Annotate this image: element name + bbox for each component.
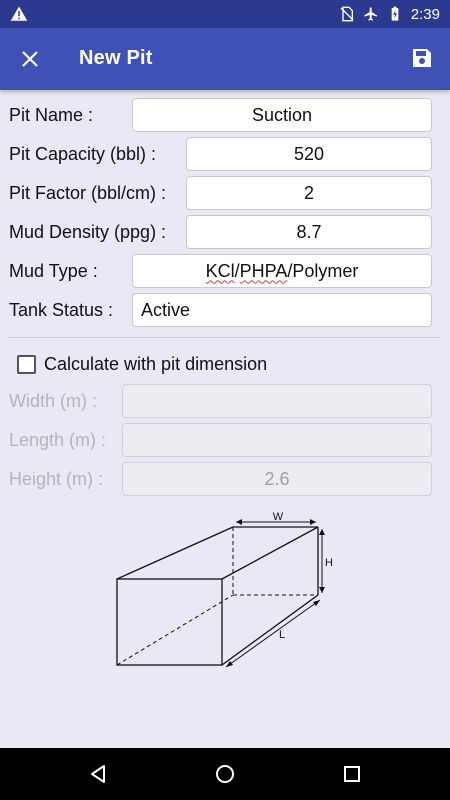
width-row: Width (m) : — [0, 384, 450, 418]
mud-type-part-3: Polymer — [292, 260, 359, 281]
no-sim-icon — [340, 6, 354, 22]
mud-density-row: Mud Density (ppg) : 8.7 — [0, 215, 450, 249]
divider — [8, 337, 440, 338]
width-dimension-label: W — [273, 511, 284, 523]
dimension-checkbox-label: Calculate with pit dimension — [44, 354, 268, 374]
pit-capacity-label: Pit Capacity (bbl) : — [9, 144, 157, 164]
width-label: Width (m) : — [9, 391, 97, 411]
box-bottom-right-edge — [221, 594, 319, 666]
pit-name-label: Pit Name : — [9, 105, 94, 125]
status-bar: 2:39 — [0, 0, 450, 28]
form-content: Pit Name : Suction Pit Capacity (bbl) : … — [0, 90, 450, 748]
navigation-bar — [0, 748, 450, 800]
mud-density-label: Mud Density (ppg) : — [9, 222, 167, 242]
mud-density-input[interactable]: 8.7 — [186, 215, 432, 249]
pit-name-row: Pit Name : Suction — [0, 98, 450, 132]
mud-type-row: Mud Type : KCl / PHPA / Polymer — [0, 254, 450, 288]
recents-icon[interactable] — [340, 762, 364, 786]
battery-icon — [391, 6, 399, 21]
mud-type-part-2: PHPA — [239, 260, 288, 281]
height-arrow-bottom — [319, 587, 325, 593]
warning-icon — [10, 6, 28, 21]
close-icon[interactable] — [18, 47, 42, 71]
pit-factor-input[interactable]: 2 — [186, 176, 432, 210]
length-row: Length (m) : — [0, 423, 450, 457]
height-arrow-top — [319, 529, 325, 535]
dimension-checkbox[interactable] — [17, 355, 36, 374]
airplane-icon — [364, 7, 377, 21]
height-row: Height (m) : 2.6 — [0, 462, 450, 496]
home-icon[interactable] — [213, 762, 237, 786]
save-icon[interactable] — [410, 46, 434, 70]
length-dimension-line — [225, 599, 321, 668]
status-time: 2:39 — [410, 5, 440, 23]
tank-status-label: Tank Status : — [9, 300, 114, 320]
pit-factor-label: Pit Factor (bbl/cm) : — [9, 183, 167, 203]
mud-type-part-1: KCl — [205, 260, 235, 281]
pit-factor-row: Pit Factor (bbl/cm) : 2 — [0, 176, 450, 210]
box-front-face — [116, 578, 223, 666]
pit-dimension-diagram: W H L — [116, 511, 333, 668]
width-input[interactable] — [122, 384, 432, 418]
height-label: Height (m) : — [9, 469, 104, 489]
width-arrow-right — [310, 519, 316, 525]
tank-status-select[interactable]: Active — [132, 293, 432, 327]
length-dimension-label: L — [279, 629, 285, 641]
box-hidden-left — [116, 594, 234, 666]
back-icon[interactable] — [86, 762, 110, 786]
width-arrow-left — [236, 519, 242, 525]
height-dimension-label: H — [325, 557, 333, 569]
mud-type-label: Mud Type : — [9, 261, 98, 281]
page-title: New Pit — [79, 47, 153, 69]
tank-status-row: Tank Status : Active — [0, 293, 450, 327]
app-bar: New Pit — [0, 28, 450, 90]
mud-type-input[interactable]: KCl / PHPA / Polymer — [132, 254, 432, 288]
height-input[interactable]: 2.6 — [122, 462, 432, 496]
box-top-right-edge — [221, 526, 319, 580]
length-arrow-end — [313, 600, 320, 606]
box-top-left-edge — [116, 526, 234, 580]
length-label: Length (m) : — [9, 430, 107, 450]
pit-name-input[interactable]: Suction — [132, 98, 432, 132]
length-input[interactable] — [122, 423, 432, 457]
pit-capacity-input[interactable]: 520 — [186, 137, 432, 171]
pit-capacity-row: Pit Capacity (bbl) : 520 — [0, 137, 450, 171]
dimension-checkbox-row[interactable]: Calculate with pit dimension — [0, 350, 450, 380]
